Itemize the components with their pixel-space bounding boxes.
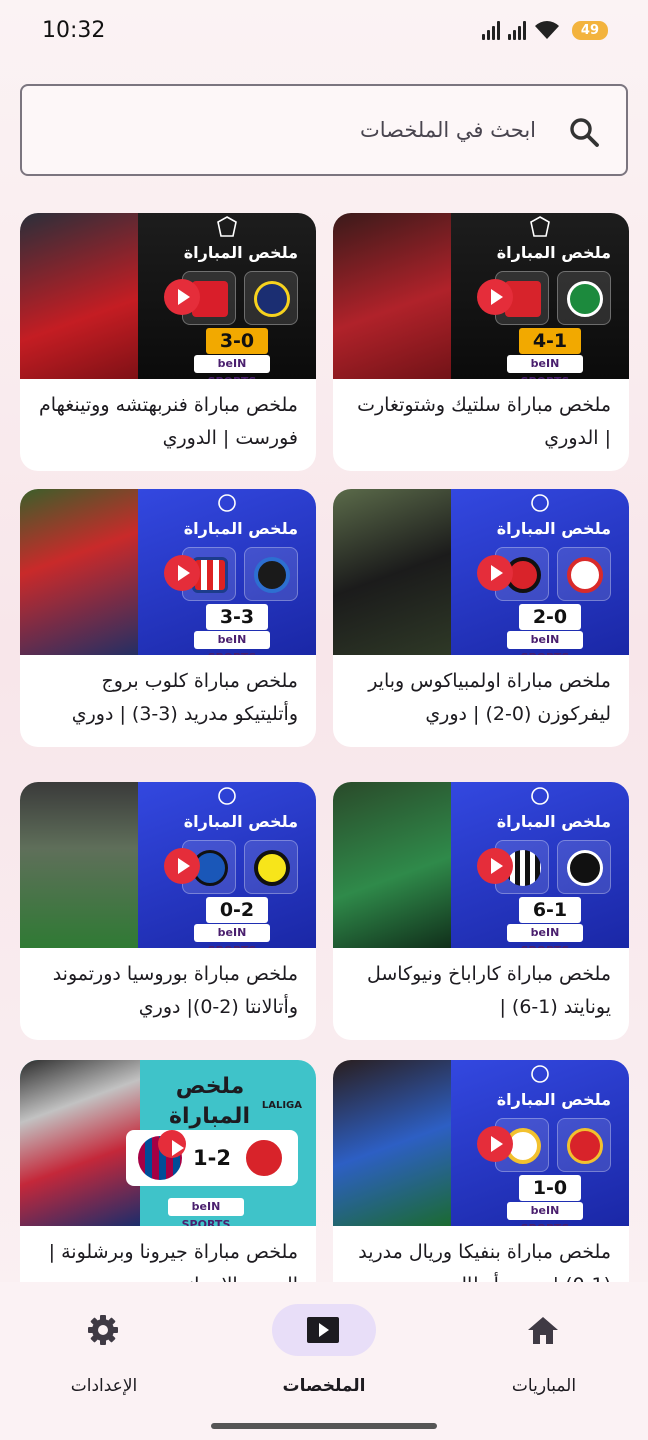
nav-item-matches[interactable]: المباريات [462, 1304, 622, 1404]
play-icon[interactable] [477, 1126, 513, 1162]
highlight-label: ملخص المباراة [496, 243, 611, 262]
highlight-thumbnail[interactable]: LALIGA ملخص المباراة 1-2 beIN SPORTS [20, 1060, 316, 1226]
champions-league-logo [531, 1065, 549, 1083]
play-icon[interactable] [164, 279, 200, 315]
highlight-thumbnail[interactable]: ملخص المباراة 3-3 beIN SPORTS [20, 489, 316, 655]
bein-sports-logo: beIN SPORTS [194, 355, 270, 379]
match-score: 3-3 [206, 604, 268, 630]
nav-label-highlights: الملخصات [282, 1376, 366, 1396]
bein-sports-logo: beIN SPORTS [507, 924, 583, 948]
bein-sports-logo: beIN SPORTS [168, 1198, 244, 1226]
highlight-card[interactable]: ملخص المباراة 4-1 beIN SPORTS ملخص مبارا… [333, 213, 629, 471]
nav-item-settings[interactable]: الإعدادات [22, 1304, 182, 1404]
gesture-home-bar[interactable] [211, 1423, 437, 1429]
away-team-crest [242, 1136, 286, 1180]
home-team-crest [557, 271, 611, 325]
highlight-title[interactable]: ملخص مباراة اولمبياكوس وباير ليفركوزن (0… [333, 655, 629, 747]
highlight-card[interactable]: ملخص المباراة 1-0 beIN SPORTS ملخص مبارا… [333, 1060, 629, 1282]
highlight-card[interactable]: ملخص المباراة 3-0 beIN SPORTS ملخص مبارا… [20, 213, 316, 471]
europa-league-logo [217, 216, 237, 237]
gear-icon [88, 1315, 118, 1345]
highlight-label: ملخص المباراة [183, 519, 298, 538]
match-photo [20, 213, 152, 379]
home-team-crest [557, 1118, 611, 1172]
match-photo [333, 213, 465, 379]
highlight-card[interactable]: LALIGA ملخص المباراة 1-2 beIN SPORTS ملخ… [20, 1060, 316, 1282]
highlight-title[interactable]: ملخص مباراة كاراباخ ونيوكاسل يونايتد (1-… [333, 948, 629, 1040]
play-icon[interactable] [477, 279, 513, 315]
play-icon[interactable] [477, 848, 513, 884]
highlight-card[interactable]: ملخص المباراة 3-3 beIN SPORTS ملخص مبارا… [20, 489, 316, 747]
nav-label-settings: الإعدادات [70, 1376, 138, 1396]
highlight-title[interactable]: ملخص مباراة سلتيك وشتوتغارت | الدوري [333, 379, 629, 471]
champions-league-logo [218, 787, 236, 805]
play-icon[interactable] [477, 555, 513, 591]
play-icon[interactable] [158, 1130, 186, 1158]
highlight-thumbnail[interactable]: ملخص المباراة 2-0 beIN SPORTS [333, 489, 629, 655]
highlight-label: ملخص المباراة [496, 812, 611, 831]
match-photo [333, 782, 465, 948]
match-photo [333, 489, 465, 655]
match-score: 2-0 [519, 604, 581, 630]
match-score: 6-1 [519, 897, 581, 923]
play-icon[interactable] [164, 848, 200, 884]
nav-item-highlights[interactable]: الملخصات [242, 1304, 402, 1404]
match-score: 1-2 [193, 1146, 231, 1170]
bein-sports-logo: beIN SPORTS [507, 631, 583, 655]
highlight-title[interactable]: ملخص مباراة بنفيكا وريال مدريد (1-0) | د… [333, 1226, 629, 1282]
match-photo [20, 489, 152, 655]
highlight-label: ملخص المباراة [169, 1074, 250, 1129]
home-icon [528, 1317, 558, 1344]
match-photo [333, 1060, 465, 1226]
bein-sports-logo: beIN SPORTS [507, 355, 583, 379]
nav-label-matches: المباريات [511, 1376, 577, 1396]
laliga-logo: LALIGA [261, 1100, 302, 1111]
match-photo [20, 1060, 140, 1226]
bein-sports-logo: beIN SPORTS [194, 631, 270, 655]
highlight-label: ملخص المباراة [183, 243, 298, 262]
highlight-thumbnail[interactable]: ملخص المباراة 0-2 beIN SPORTS [20, 782, 316, 948]
bein-sports-logo: beIN SPORTS [194, 924, 270, 948]
match-score: 0-2 [206, 897, 268, 923]
champions-league-logo [218, 494, 236, 512]
match-score: 3-0 [206, 328, 268, 354]
highlight-thumbnail[interactable]: ملخص المباراة 4-1 beIN SPORTS [333, 213, 629, 379]
home-team-crest [557, 840, 611, 894]
home-team-crest [557, 547, 611, 601]
highlights-grid: ملخص المباراة 4-1 beIN SPORTS ملخص مبارا… [0, 0, 648, 1282]
match-score: 4-1 [519, 328, 581, 354]
highlight-card[interactable]: ملخص المباراة 2-0 beIN SPORTS ملخص مبارا… [333, 489, 629, 747]
europa-league-logo [530, 216, 550, 237]
highlight-label: ملخص المباراة [496, 1090, 611, 1109]
match-score: 1-0 [519, 1175, 581, 1201]
highlight-title[interactable]: ملخص مباراة فنربهتشه ووتينغهام فورست | ا… [20, 379, 316, 471]
champions-league-logo [531, 787, 549, 805]
highlight-thumbnail[interactable]: ملخص المباراة 6-1 beIN SPORTS [333, 782, 629, 948]
highlight-title[interactable]: ملخص مباراة جيرونا وبرشلونة | الدوري الإ… [20, 1226, 316, 1282]
highlight-card[interactable]: ملخص المباراة 0-2 beIN SPORTS ملخص مبارا… [20, 782, 316, 1040]
champions-league-logo [531, 494, 549, 512]
play-icon[interactable] [164, 555, 200, 591]
home-team-crest [244, 840, 298, 894]
highlight-title[interactable]: ملخص مباراة بوروسيا دورتموند وأتالانتا (… [20, 948, 316, 1040]
highlight-card[interactable]: ملخص المباراة 6-1 beIN SPORTS ملخص مبارا… [333, 782, 629, 1040]
home-team-crest [244, 271, 298, 325]
highlight-thumbnail[interactable]: ملخص المباراة 3-0 beIN SPORTS [20, 213, 316, 379]
home-team-crest [244, 547, 298, 601]
match-photo [20, 782, 152, 948]
video-play-icon [307, 1317, 339, 1343]
highlight-label: ملخص المباراة [183, 812, 298, 831]
bottom-navigation: المباريات الملخصات الإعدادات [0, 1282, 648, 1440]
bein-sports-logo: beIN SPORTS [507, 1202, 583, 1226]
highlight-label: ملخص المباراة [496, 519, 611, 538]
highlight-title[interactable]: ملخص مباراة كلوب بروج وأتليتيكو مدريد (3… [20, 655, 316, 747]
highlight-thumbnail[interactable]: ملخص المباراة 1-0 beIN SPORTS [333, 1060, 629, 1226]
